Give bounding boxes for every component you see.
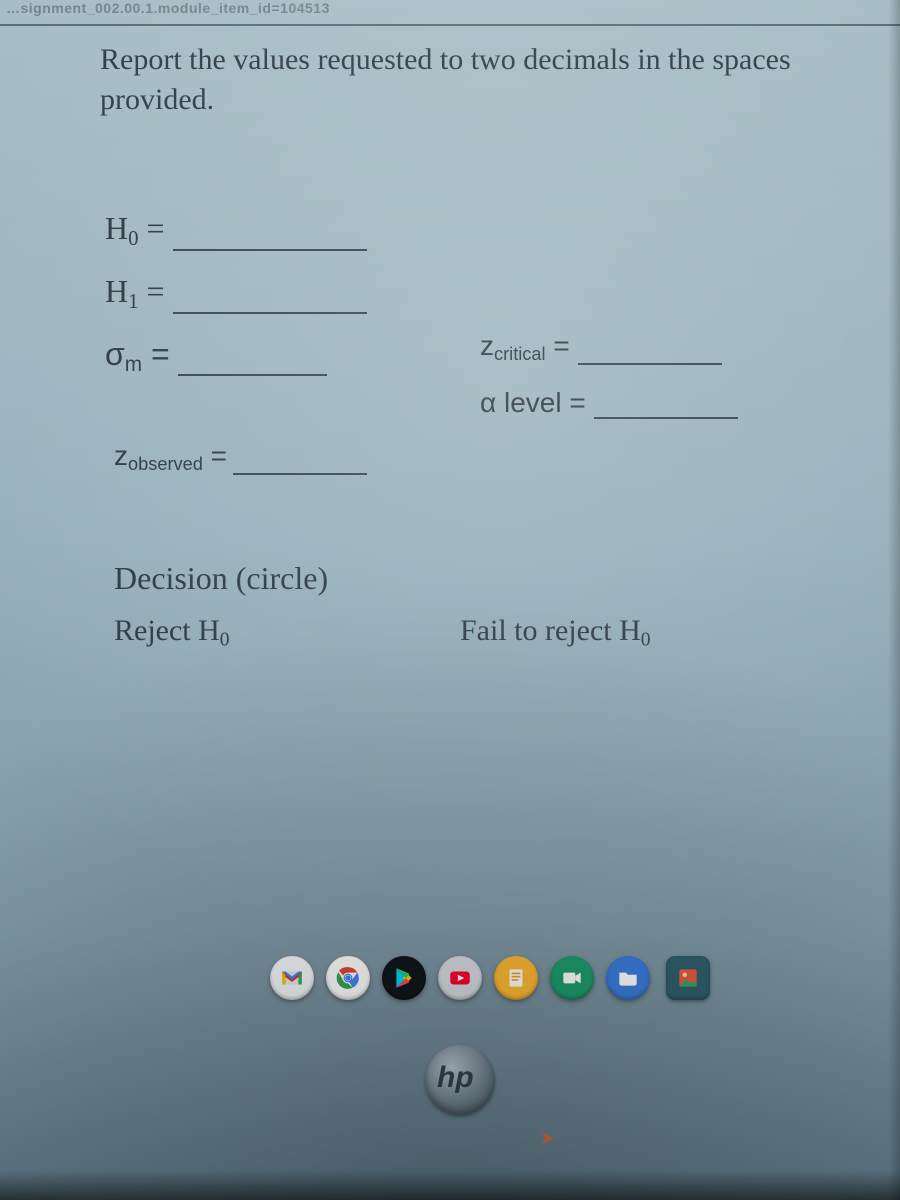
- hp-logo: hp: [425, 1045, 495, 1115]
- z-critical-input[interactable]: [578, 335, 722, 365]
- decision-reject-sub: 0: [220, 629, 230, 650]
- h0-label: H: [105, 210, 128, 246]
- zcrit-sub: critical: [494, 344, 546, 364]
- cursor-arrow-icon: ➤: [540, 1128, 555, 1149]
- google-play-icon[interactable]: [382, 956, 426, 1000]
- z-observed-input[interactable]: [233, 445, 367, 475]
- h0-eq: =: [139, 210, 165, 246]
- zcrit-eq: =: [546, 330, 570, 361]
- decision-option-reject[interactable]: Reject H0: [114, 614, 230, 651]
- field-z-critical: zcritical =: [480, 330, 800, 365]
- decision-reject-text: Reject H: [114, 614, 220, 647]
- alpha-label: α level =: [480, 387, 586, 419]
- field-h1: H1 =: [105, 273, 405, 314]
- alpha-level-input[interactable]: [594, 389, 738, 419]
- sigma-label: σ: [105, 336, 125, 372]
- field-h0: H0 =: [105, 210, 405, 251]
- h1-sub: 1: [128, 290, 138, 313]
- sigma-sub: m: [125, 352, 142, 375]
- decision-fail-text: Fail to reject H: [460, 614, 641, 647]
- photos-icon[interactable]: [666, 956, 710, 1000]
- hp-logo-text: hp: [437, 1063, 474, 1093]
- sigma-m-input[interactable]: [178, 346, 327, 376]
- h1-input[interactable]: [173, 284, 367, 314]
- field-z-observed: zobserved =: [114, 440, 367, 475]
- horizontal-rule: [0, 24, 900, 26]
- h0-input[interactable]: [173, 221, 367, 251]
- sigma-eq: =: [142, 336, 170, 372]
- decision-heading: Decision (circle): [114, 560, 328, 597]
- gmail-icon[interactable]: [270, 956, 314, 1000]
- youtube-icon[interactable]: [438, 956, 482, 1000]
- zobs-sub: observed: [128, 454, 203, 474]
- zobs-label: z: [114, 440, 128, 471]
- zcrit-label: z: [480, 330, 494, 361]
- zobs-eq: =: [203, 440, 227, 471]
- h1-label: H: [105, 273, 128, 309]
- files-icon[interactable]: [606, 956, 650, 1000]
- cropped-url-bar: …signment_002.00.1.module_item_id=104513: [0, 0, 436, 20]
- docs-icon[interactable]: [494, 956, 538, 1000]
- chromeos-shelf: [270, 950, 750, 1008]
- h0-sub: 0: [128, 227, 138, 250]
- camera-icon[interactable]: [550, 956, 594, 1000]
- decision-fail-sub: 0: [641, 629, 651, 650]
- field-sigma-m: σm =: [105, 336, 405, 377]
- decision-option-fail-to-reject[interactable]: Fail to reject H0: [460, 614, 651, 651]
- h1-eq: =: [139, 273, 165, 309]
- field-alpha-level: α level =: [480, 387, 800, 419]
- chrome-icon[interactable]: [326, 956, 370, 1000]
- instruction-text: Report the values requested to two decim…: [100, 40, 850, 120]
